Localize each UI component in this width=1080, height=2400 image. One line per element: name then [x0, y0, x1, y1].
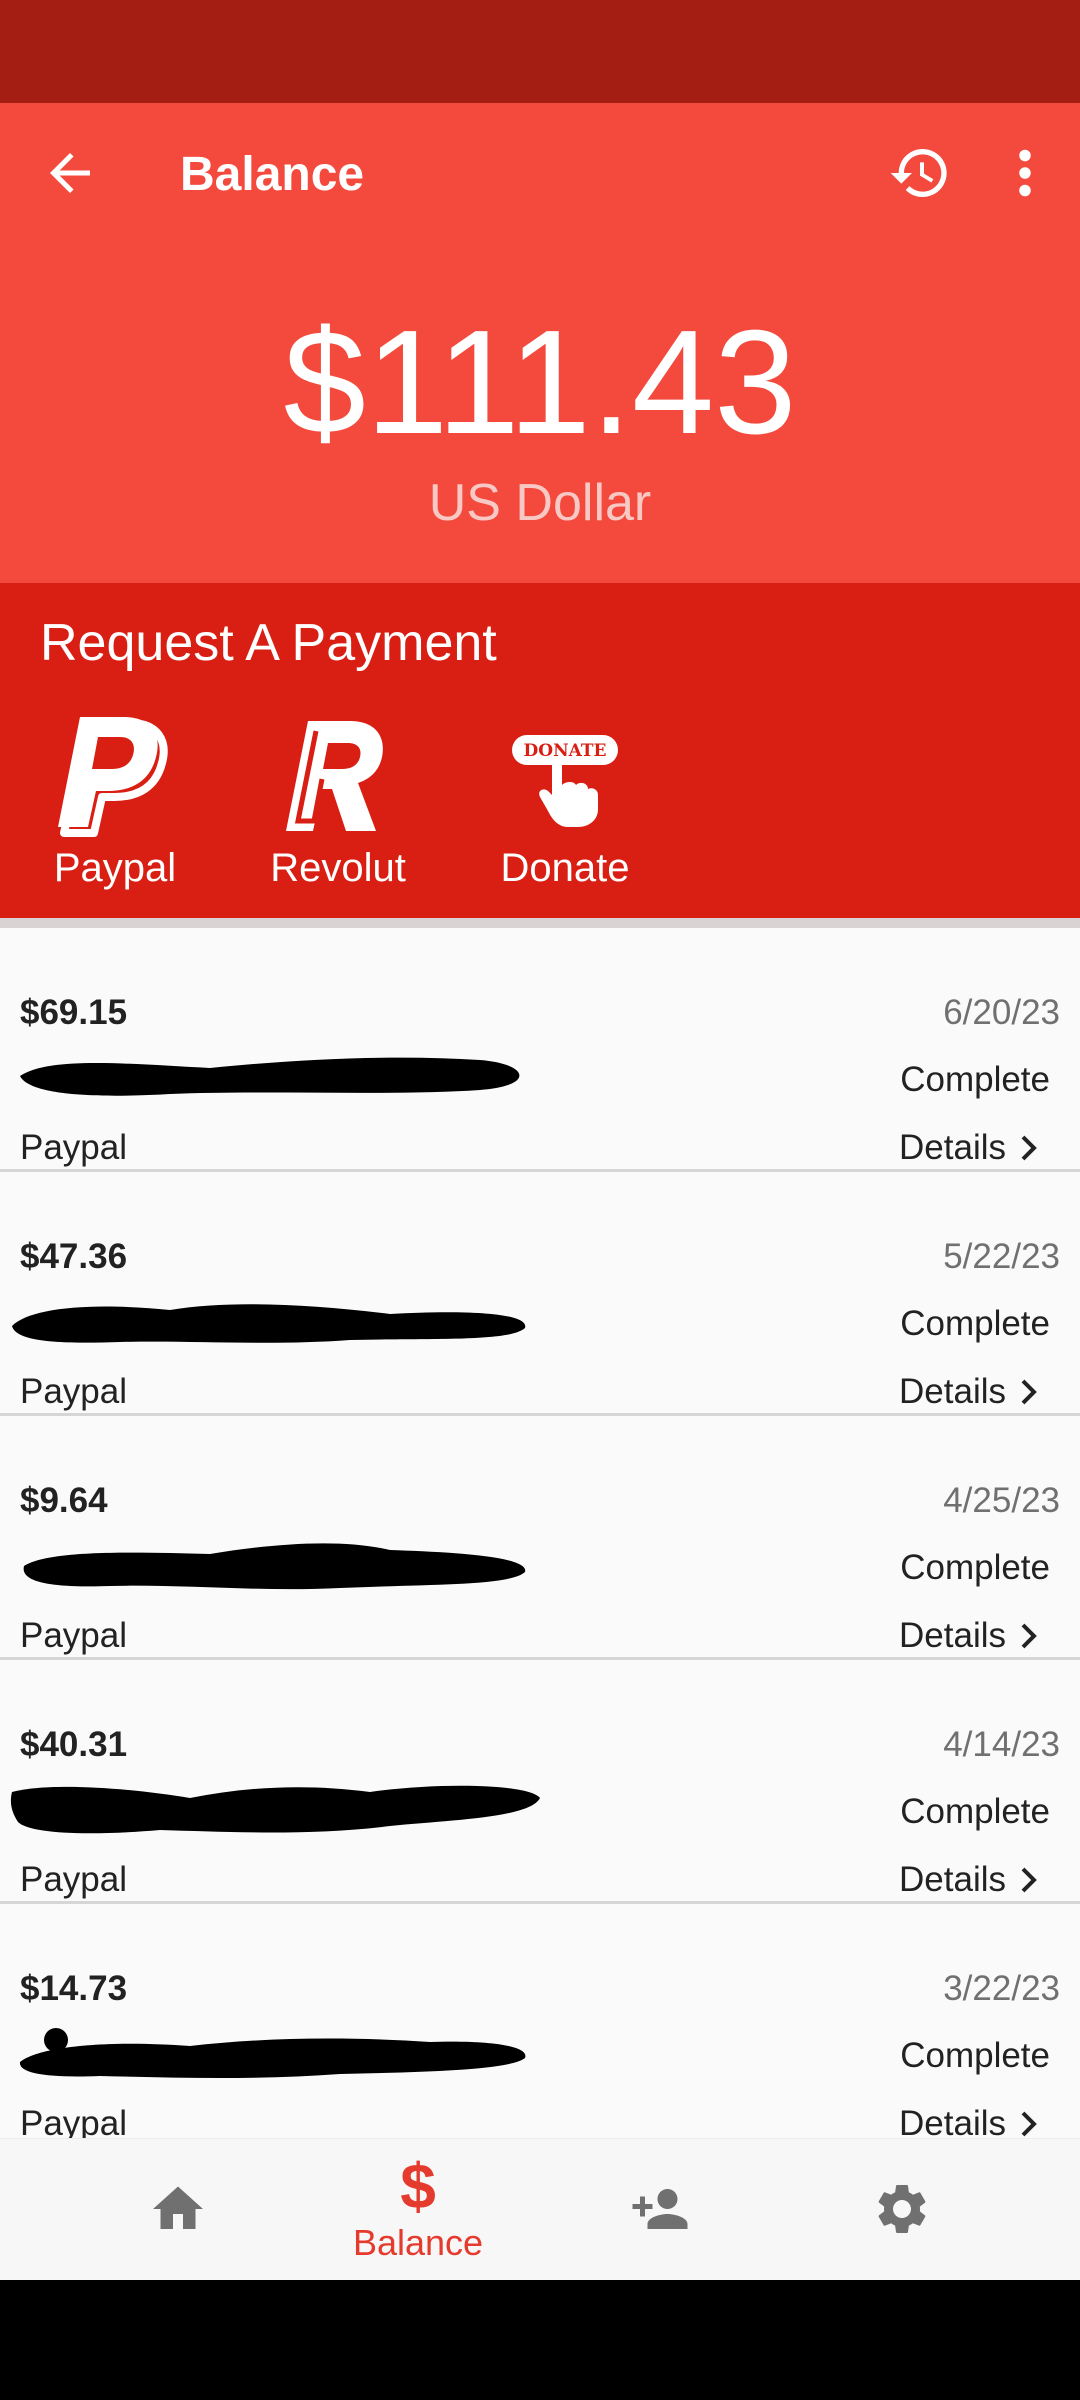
details-link[interactable]: Details [899, 2104, 1040, 2138]
transaction-method: Paypal [20, 1860, 128, 1899]
transaction-date: 4/14/23 [943, 1725, 1060, 1764]
details-link[interactable]: Details [899, 1128, 1040, 1168]
revolut-option[interactable]: Revolut [248, 703, 428, 903]
paypal-icon [58, 717, 168, 837]
home-icon [153, 2186, 203, 2229]
transaction-status: Complete [900, 1792, 1050, 1831]
transaction-status: Complete [900, 2036, 1050, 2075]
transaction-date: 5/22/23 [943, 1237, 1060, 1276]
redacted-text [19, 2028, 526, 2078]
transaction-row[interactable]: $40.31 4/14/23 Complete Paypal Details [0, 1660, 1080, 1904]
page-title: Balance [180, 148, 365, 201]
redacted-text [10, 1785, 540, 1834]
donate-icon: DONATE [512, 735, 618, 827]
donate-label: Donate [500, 846, 630, 890]
redacted-text [20, 1057, 520, 1096]
transaction-method: Paypal [20, 1372, 128, 1411]
revolut-label: Revolut [270, 846, 406, 890]
gear-icon [878, 2185, 926, 2233]
add-user-icon [632, 2189, 688, 2229]
details-label: Details [899, 1128, 1006, 1167]
transaction-amount: $14.73 [20, 1969, 128, 2008]
chevron-right-icon [1021, 1867, 1037, 1893]
request-payment-section: Request A Payment Paypal Revolut DONATE [0, 583, 1080, 918]
transaction-row[interactable]: $9.64 4/25/23 Complete Paypal Details [0, 1416, 1080, 1660]
transaction-row[interactable]: $47.36 5/22/23 Complete Paypal Details [0, 1172, 1080, 1416]
transaction-status: Complete [900, 1548, 1050, 1587]
transaction-method: Paypal [20, 1128, 128, 1167]
details-label: Details [899, 2104, 1006, 2138]
details-link[interactable]: Details [899, 1860, 1040, 1900]
redacted-text [12, 1304, 526, 1343]
paypal-label: Paypal [53, 846, 177, 890]
transaction-row[interactable]: $14.73 3/22/23 Complete Paypal Details [0, 1904, 1080, 2138]
dollar-icon: $ [400, 2150, 436, 2222]
chevron-right-icon [1021, 2111, 1037, 2137]
transaction-amount: $9.64 [20, 1481, 108, 1520]
balance-amount: $111.43 [283, 300, 797, 465]
history-icon[interactable] [888, 141, 952, 205]
nav-balance[interactable]: $ Balance [328, 2139, 508, 2281]
transaction-status: Complete [900, 1304, 1050, 1343]
transaction-amount: $69.15 [20, 993, 128, 1032]
app-bar: Balance $111.43 US Dollar [0, 103, 1080, 583]
redacted-text [23, 1543, 526, 1590]
transaction-amount: $47.36 [20, 1237, 128, 1276]
nav-home[interactable] [88, 2139, 268, 2281]
details-label: Details [899, 1372, 1006, 1411]
request-heading: Request A Payment [40, 614, 497, 672]
paypal-option[interactable]: Paypal [25, 703, 205, 903]
donate-badge-text: DONATE [524, 741, 607, 761]
chevron-right-icon [1021, 1623, 1037, 1649]
transaction-status: Complete [900, 1060, 1050, 1099]
details-link[interactable]: Details [899, 1372, 1040, 1412]
donate-option[interactable]: DONATE Donate [475, 703, 655, 903]
transaction-row[interactable]: $69.15 6/20/23 Complete Paypal Details [0, 928, 1080, 1172]
bottom-navigation: $ Balance [0, 2138, 1080, 2280]
balance-currency: US Dollar [428, 474, 652, 532]
back-arrow-icon[interactable] [40, 143, 100, 203]
chevron-right-icon [1021, 1379, 1037, 1405]
section-divider [0, 918, 1080, 928]
more-vertical-icon[interactable] [1000, 143, 1050, 203]
transaction-method: Paypal [20, 2104, 128, 2138]
transaction-date: 6/20/23 [943, 993, 1060, 1032]
details-label: Details [899, 1860, 1006, 1899]
details-label: Details [899, 1616, 1006, 1655]
transaction-list[interactable]: $69.15 6/20/23 Complete Paypal Details $… [0, 928, 1080, 2138]
nav-settings[interactable] [812, 2139, 992, 2281]
system-navigation-bar [0, 2280, 1080, 2400]
nav-balance-label: Balance [352, 2222, 484, 2263]
transaction-method: Paypal [20, 1616, 128, 1655]
status-bar [0, 0, 1080, 103]
transaction-date: 4/25/23 [943, 1481, 1060, 1520]
transaction-amount: $40.31 [20, 1725, 128, 1764]
nav-contacts[interactable] [570, 2139, 750, 2281]
revolut-icon [286, 721, 383, 831]
chevron-right-icon [1021, 1135, 1037, 1161]
details-link[interactable]: Details [899, 1616, 1040, 1656]
transaction-date: 3/22/23 [943, 1969, 1060, 2008]
